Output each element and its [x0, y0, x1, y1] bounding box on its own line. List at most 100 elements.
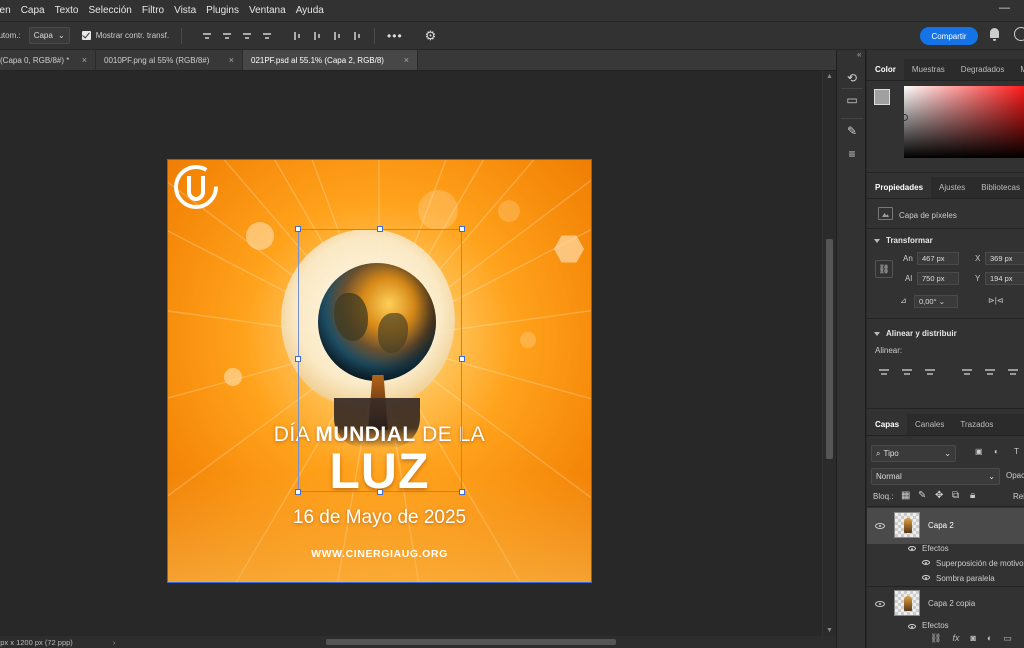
link-icon[interactable]: ⛓: [930, 633, 941, 644]
lock-image-icon[interactable]: ✎: [918, 490, 926, 501]
folder-icon[interactable]: ▭: [1003, 633, 1012, 644]
menu-imagen[interactable]: gen: [0, 5, 16, 16]
menu-ventana[interactable]: Ventana: [244, 5, 291, 16]
brush-settings-icon[interactable]: ✎: [844, 123, 860, 139]
adjustments-icon[interactable]: ≡: [844, 146, 860, 162]
scroll-up-icon[interactable]: ▲: [826, 73, 833, 80]
doc-tab-active[interactable]: 021PF.psd al 55.1% (Capa 2, RGB/8) ×: [243, 50, 418, 70]
doc-tab[interactable]: (Capa 0, RGB/8#) * ×: [0, 50, 96, 70]
foreground-color[interactable]: [874, 89, 890, 105]
transform-handle[interactable]: [459, 489, 465, 495]
adjustment-icon[interactable]: ◐: [987, 633, 992, 644]
tab-capas[interactable]: Capas: [867, 414, 908, 435]
align-bottom-icon[interactable]: [1008, 367, 1018, 377]
auto-select-dropdown[interactable]: Capa ⌄: [28, 27, 70, 44]
align-bottom-icon[interactable]: [332, 31, 342, 41]
tab-ajustes[interactable]: Ajustes: [931, 177, 973, 198]
collapse-panels-icon[interactable]: «: [857, 50, 861, 59]
visibility-eye-icon[interactable]: [922, 575, 930, 580]
tab-bibliotecas[interactable]: Bibliotecas: [973, 177, 1024, 198]
menu-filtro[interactable]: Filtro: [137, 5, 169, 16]
transform-handle[interactable]: [459, 226, 465, 232]
scroll-down-icon[interactable]: ▼: [826, 627, 833, 634]
menu-capa[interactable]: Capa: [16, 5, 50, 16]
close-icon[interactable]: ×: [76, 55, 87, 65]
effect-item[interactable]: Sombra paralela: [936, 574, 995, 583]
align-left-icon[interactable]: [202, 31, 212, 41]
transform-handle[interactable]: [295, 489, 301, 495]
lock-artboard-icon[interactable]: ⧉: [952, 490, 959, 501]
tab-color[interactable]: Color: [867, 59, 904, 80]
vertical-scrollbar[interactable]: ▲ ▼: [822, 71, 836, 636]
comments-icon[interactable]: ▭: [844, 92, 860, 108]
align-section-header[interactable]: Alinear y distribuir: [874, 329, 957, 338]
transform-handle[interactable]: [295, 356, 301, 362]
effect-item[interactable]: Superposición de motivo: [936, 559, 1024, 568]
filter-adjustment-icon[interactable]: ◐: [994, 447, 999, 456]
tab-trazados[interactable]: Trazados: [952, 414, 1001, 435]
filter-pixel-icon[interactable]: ▣: [975, 447, 983, 456]
blend-mode-dropdown[interactable]: Normal ⌄: [871, 468, 1000, 485]
link-dimensions-icon[interactable]: ⛓: [875, 260, 893, 278]
width-field[interactable]: 467 px: [917, 252, 959, 265]
horizontal-scrollbar[interactable]: [140, 639, 810, 645]
status-arrow-icon[interactable]: ›: [113, 638, 116, 647]
visibility-eye-icon[interactable]: [875, 523, 885, 529]
align-right-icon[interactable]: [242, 31, 252, 41]
show-transform-checkbox[interactable]: Mostrar contr. transf.: [81, 31, 169, 40]
layer-filter-dropdown[interactable]: ⌕ Tipo ⌄: [871, 445, 956, 462]
transform-handle[interactable]: [377, 489, 383, 495]
layer-row-selected[interactable]: Capa 2: [867, 508, 1024, 544]
visibility-eye-icon[interactable]: [908, 546, 916, 551]
gear-icon[interactable]: ⚙: [425, 28, 437, 44]
effects-label[interactable]: Efectos: [922, 621, 949, 630]
align-left-icon[interactable]: [879, 367, 889, 377]
distribute-h-icon[interactable]: [262, 31, 272, 41]
close-icon[interactable]: ×: [398, 55, 409, 65]
effects-label[interactable]: Efectos: [922, 544, 949, 553]
layer-name[interactable]: Capa 2: [928, 521, 954, 530]
menu-texto[interactable]: Texto: [50, 5, 84, 16]
tab-muestras[interactable]: Muestras: [904, 59, 953, 80]
flip-horizontal-icon[interactable]: ⊳|⊲: [988, 296, 1003, 305]
tab-more[interactable]: M: [1012, 59, 1024, 80]
minimize-button[interactable]: —: [999, 2, 1010, 14]
tab-propiedades[interactable]: Propiedades: [867, 177, 932, 198]
transform-section-header[interactable]: Transformar: [874, 236, 933, 245]
align-top-icon[interactable]: [292, 31, 302, 41]
distribute-v-icon[interactable]: [352, 31, 362, 41]
color-picker-cursor[interactable]: [901, 114, 908, 121]
transform-handle[interactable]: [377, 226, 383, 232]
transform-handle[interactable]: [459, 356, 465, 362]
menu-seleccion[interactable]: Selección: [84, 5, 137, 16]
layer-row[interactable]: Capa 2 copia: [867, 587, 1024, 623]
tab-degradados[interactable]: Degradados: [953, 59, 1013, 80]
color-picker-field[interactable]: [901, 86, 1024, 158]
share-button[interactable]: Compartir: [920, 27, 978, 45]
visibility-eye-icon[interactable]: [875, 601, 885, 607]
align-middle-icon[interactable]: [312, 31, 322, 41]
close-icon[interactable]: ×: [223, 55, 234, 65]
align-right-icon[interactable]: [925, 367, 935, 377]
visibility-eye-icon[interactable]: [908, 624, 916, 629]
more-options-button[interactable]: •••: [387, 29, 403, 43]
visibility-eye-icon[interactable]: [922, 560, 930, 565]
search-icon[interactable]: [1014, 27, 1024, 41]
menu-vista[interactable]: Vista: [169, 5, 201, 16]
layer-name[interactable]: Capa 2 copia: [928, 599, 975, 608]
x-position-field[interactable]: 369 px: [985, 252, 1024, 265]
menu-plugins[interactable]: Plugins: [201, 5, 244, 16]
transform-bounding-box[interactable]: [295, 226, 465, 495]
angle-field[interactable]: 0,00° ⌄: [914, 295, 958, 308]
scroll-thumb[interactable]: [326, 639, 616, 645]
tab-canales[interactable]: Canales: [907, 414, 952, 435]
filter-text-icon[interactable]: T: [1014, 447, 1019, 456]
fg-bg-color-swatch[interactable]: [874, 89, 898, 113]
align-top-icon[interactable]: [962, 367, 972, 377]
height-field[interactable]: 750 px: [917, 272, 959, 285]
lock-transparent-icon[interactable]: ▦: [901, 490, 910, 501]
lock-position-icon[interactable]: ✥: [935, 490, 943, 501]
lock-all-icon[interactable]: 🔒︎: [970, 490, 975, 501]
history-icon[interactable]: ⟲: [844, 70, 860, 86]
doc-tab[interactable]: 0010PF.png al 55% (RGB/8#) ×: [96, 50, 243, 70]
